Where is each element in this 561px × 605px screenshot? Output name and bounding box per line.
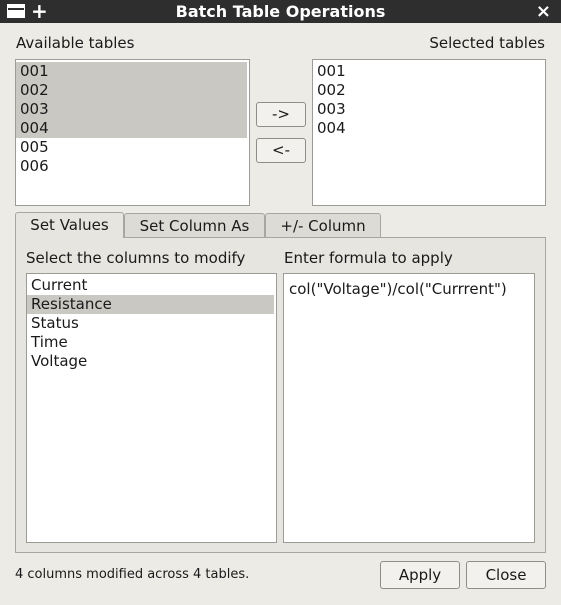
available-tables-list[interactable]: 001 002 003 004 005 006 [15, 59, 250, 206]
list-item[interactable]: 002 [313, 81, 545, 100]
list-item[interactable]: Time [27, 333, 276, 352]
status-text: 4 columns modified across 4 tables. [15, 567, 250, 582]
list-item[interactable]: Resistance [27, 295, 274, 314]
available-tables-label: Available tables [16, 34, 135, 52]
columns-list[interactable]: Current Resistance Status Time Voltage [26, 273, 277, 543]
list-item[interactable]: 001 [16, 62, 247, 81]
columns-label: Select the columns to modify [26, 249, 246, 267]
window-title: Batch Table Operations [175, 2, 386, 21]
selected-tables-list[interactable]: 001 002 003 004 [312, 59, 546, 206]
list-item[interactable]: 003 [16, 100, 247, 119]
list-item[interactable]: 002 [16, 81, 247, 100]
list-item[interactable]: 005 [16, 138, 249, 157]
list-item[interactable]: Current [27, 276, 276, 295]
remove-tables-button[interactable]: <- [256, 138, 306, 163]
list-item[interactable]: 003 [313, 100, 545, 119]
formula-input[interactable]: col("Voltage")/col("Currrent") [283, 273, 535, 543]
list-item[interactable]: 004 [16, 119, 247, 138]
list-item[interactable]: Voltage [27, 352, 276, 371]
add-tables-button[interactable]: -> [256, 102, 306, 127]
tab-add-remove-column[interactable]: +/- Column [265, 213, 381, 238]
close-button[interactable]: Close [466, 561, 546, 589]
list-item[interactable]: Status [27, 314, 276, 333]
list-item[interactable]: 001 [313, 62, 545, 81]
apply-button[interactable]: Apply [380, 561, 460, 589]
tab-set-values[interactable]: Set Values [15, 212, 124, 238]
list-item[interactable]: 004 [313, 119, 545, 138]
formula-label: Enter formula to apply [284, 249, 453, 267]
title-bar: + Batch Table Operations × [0, 0, 561, 23]
close-icon[interactable]: × [536, 0, 551, 23]
tab-set-column-as[interactable]: Set Column As [124, 213, 265, 238]
batch-table-operations-dialog: + Batch Table Operations × Available tab… [0, 0, 561, 605]
list-item[interactable]: 006 [16, 157, 249, 176]
selected-tables-label: Selected tables [429, 34, 545, 52]
